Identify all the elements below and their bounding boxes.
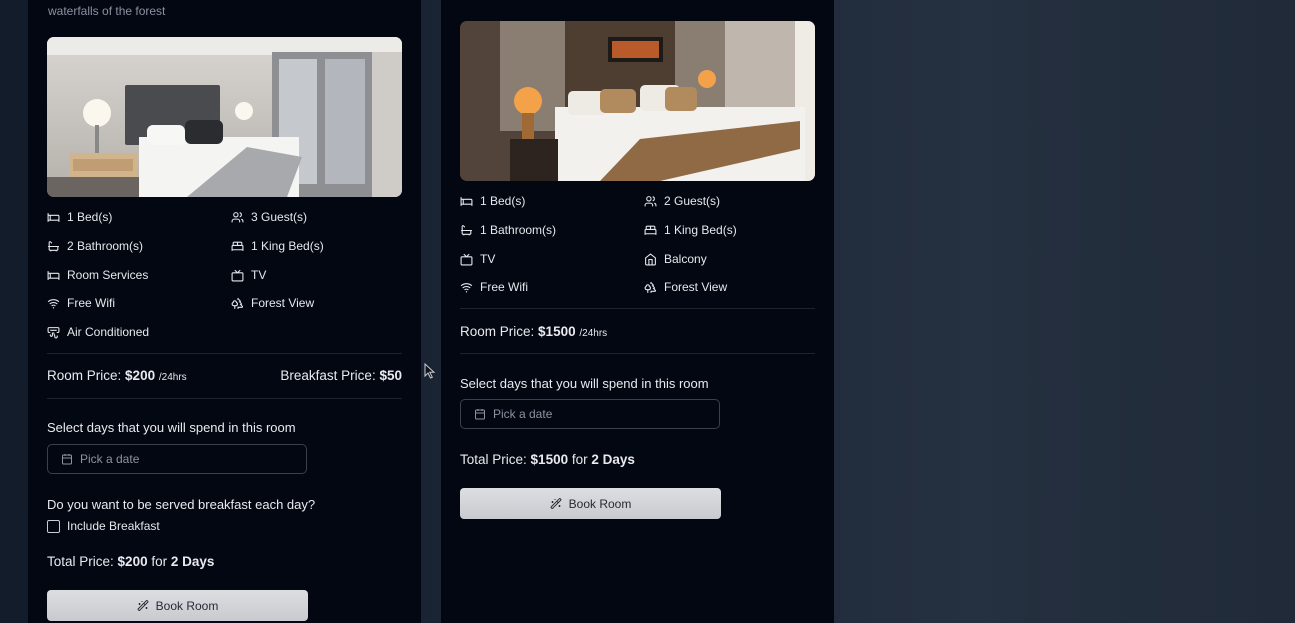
king-bed-icon xyxy=(644,224,657,237)
users-icon xyxy=(231,211,244,224)
amenity-wifi: Free Wifi xyxy=(460,279,528,295)
mouse-cursor-icon xyxy=(424,363,436,379)
book-room-button[interactable]: Book Room xyxy=(460,488,721,519)
room-photo xyxy=(47,37,402,197)
breakfast-question: Do you want to be served breakfast each … xyxy=(47,497,316,512)
amenity-room-services: Room Services xyxy=(47,267,148,283)
amenity-king-beds: 1 King Bed(s) xyxy=(644,222,737,238)
book-room-button[interactable]: Book Room xyxy=(47,590,308,621)
users-icon xyxy=(644,195,657,208)
breakfast-price: Breakfast Price: $50 xyxy=(280,368,402,383)
room-price: Room Price: $200 /24hrs xyxy=(47,368,187,383)
king-bed-icon xyxy=(231,240,244,253)
amenity-beds: 1 Bed(s) xyxy=(460,193,525,209)
trees-icon xyxy=(644,281,657,294)
checkbox-box[interactable] xyxy=(47,519,60,533)
date-picker[interactable]: Pick a date xyxy=(47,444,307,474)
amenity-wifi: Free Wifi xyxy=(47,295,115,311)
divider xyxy=(47,398,402,399)
bed-icon xyxy=(460,195,473,208)
bed-icon xyxy=(47,211,60,224)
divider xyxy=(460,353,815,354)
amenity-air-conditioned: Air Conditioned xyxy=(47,324,149,340)
divider xyxy=(47,353,402,354)
amenity-guests: 3 Guest(s) xyxy=(231,209,307,225)
calendar-icon xyxy=(61,453,73,465)
room-card-2: 1 Bed(s) 2 Guest(s) 1 Bathroom(s) 1 King… xyxy=(441,0,834,623)
amenity-beds: 1 Bed(s) xyxy=(47,209,112,225)
calendar-icon xyxy=(474,408,486,420)
room-service-icon xyxy=(47,269,60,282)
amenity-tv: TV xyxy=(460,251,495,267)
tv-icon xyxy=(231,269,244,282)
room-card-1: waterfalls of the forest 1 Bed(s) 3 Gues… xyxy=(28,0,421,623)
room-description: waterfalls of the forest xyxy=(48,4,166,18)
room-photo xyxy=(460,21,815,181)
amenity-forest-view: Forest View xyxy=(231,295,314,311)
divider xyxy=(460,308,815,309)
select-days-label: Select days that you will spend in this … xyxy=(47,420,296,435)
wand-icon xyxy=(550,498,562,510)
amenity-balcony: Balcony xyxy=(644,251,707,267)
trees-icon xyxy=(231,297,244,310)
amenity-king-beds: 1 King Bed(s) xyxy=(231,238,324,254)
amenity-bathrooms: 1 Bathroom(s) xyxy=(460,222,556,238)
total-price: Total Price: $200 for 2 Days xyxy=(47,554,215,569)
bath-icon xyxy=(47,240,60,253)
wifi-icon xyxy=(460,281,473,294)
total-price: Total Price: $1500 for 2 Days xyxy=(460,452,635,467)
bath-icon xyxy=(460,224,473,237)
air-vent-icon xyxy=(47,326,60,339)
select-days-label: Select days that you will spend in this … xyxy=(460,376,709,391)
amenity-tv: TV xyxy=(231,267,266,283)
amenity-bathrooms: 2 Bathroom(s) xyxy=(47,238,143,254)
amenity-forest-view: Forest View xyxy=(644,279,727,295)
tv-icon xyxy=(460,253,473,266)
wifi-icon xyxy=(47,297,60,310)
wand-icon xyxy=(137,600,149,612)
home-icon xyxy=(644,253,657,266)
include-breakfast-checkbox[interactable]: Include Breakfast xyxy=(47,519,160,533)
amenity-guests: 2 Guest(s) xyxy=(644,193,720,209)
date-picker[interactable]: Pick a date xyxy=(460,399,720,429)
room-price: Room Price: $1500 /24hrs xyxy=(460,324,608,339)
